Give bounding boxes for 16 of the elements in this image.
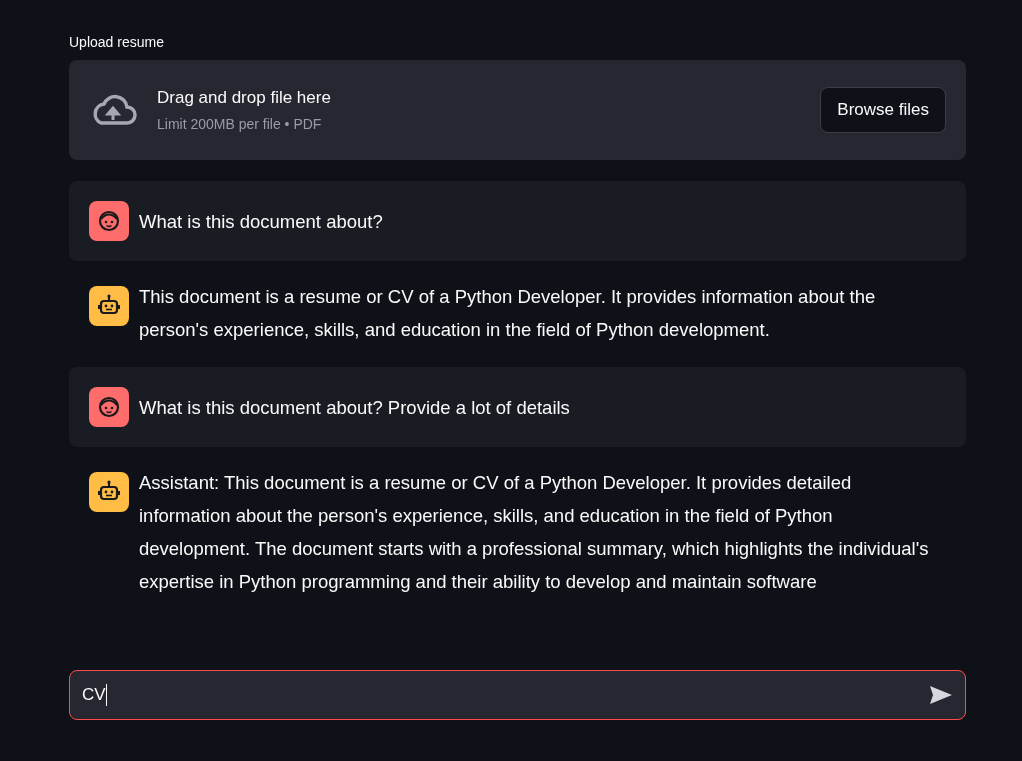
chat-input-field[interactable]: CV (69, 670, 966, 720)
robot-avatar-icon (89, 472, 129, 512)
upload-label: Upload resume (69, 34, 165, 50)
robot-avatar-icon (89, 286, 129, 326)
message-text: What is this document about? Provide a lot of details (139, 395, 570, 420)
dropzone-title: Drag and drop file here (157, 88, 332, 108)
message-text: Assistant: This document is a resume or CV of a Python Developer. It provides detailed information about the person's experience, skills, and education in the field of Python development. The document starts with a professional summary, which highlights the individual's expertise in Python programming and their ability to develop and maintain software (139, 471, 929, 594)
browse-files-button[interactable]: Browse files (820, 87, 946, 133)
input-value: CV (82, 685, 106, 705)
message-text: This document is a resume or CV of a Python Developer. It provides information about the person's experience, skills, and education in the field of Python development. (139, 285, 877, 342)
dropzone-hint: Limit 200MB per file • PDF (157, 116, 323, 132)
user-avatar-icon (89, 387, 129, 427)
send-icon[interactable] (929, 685, 953, 705)
file-dropzone[interactable]: Drag and drop file here Limit 200MB per file • PDF Browse files (69, 60, 966, 160)
user-avatar-icon (89, 201, 129, 241)
message-text: What is this document about? (139, 209, 383, 234)
